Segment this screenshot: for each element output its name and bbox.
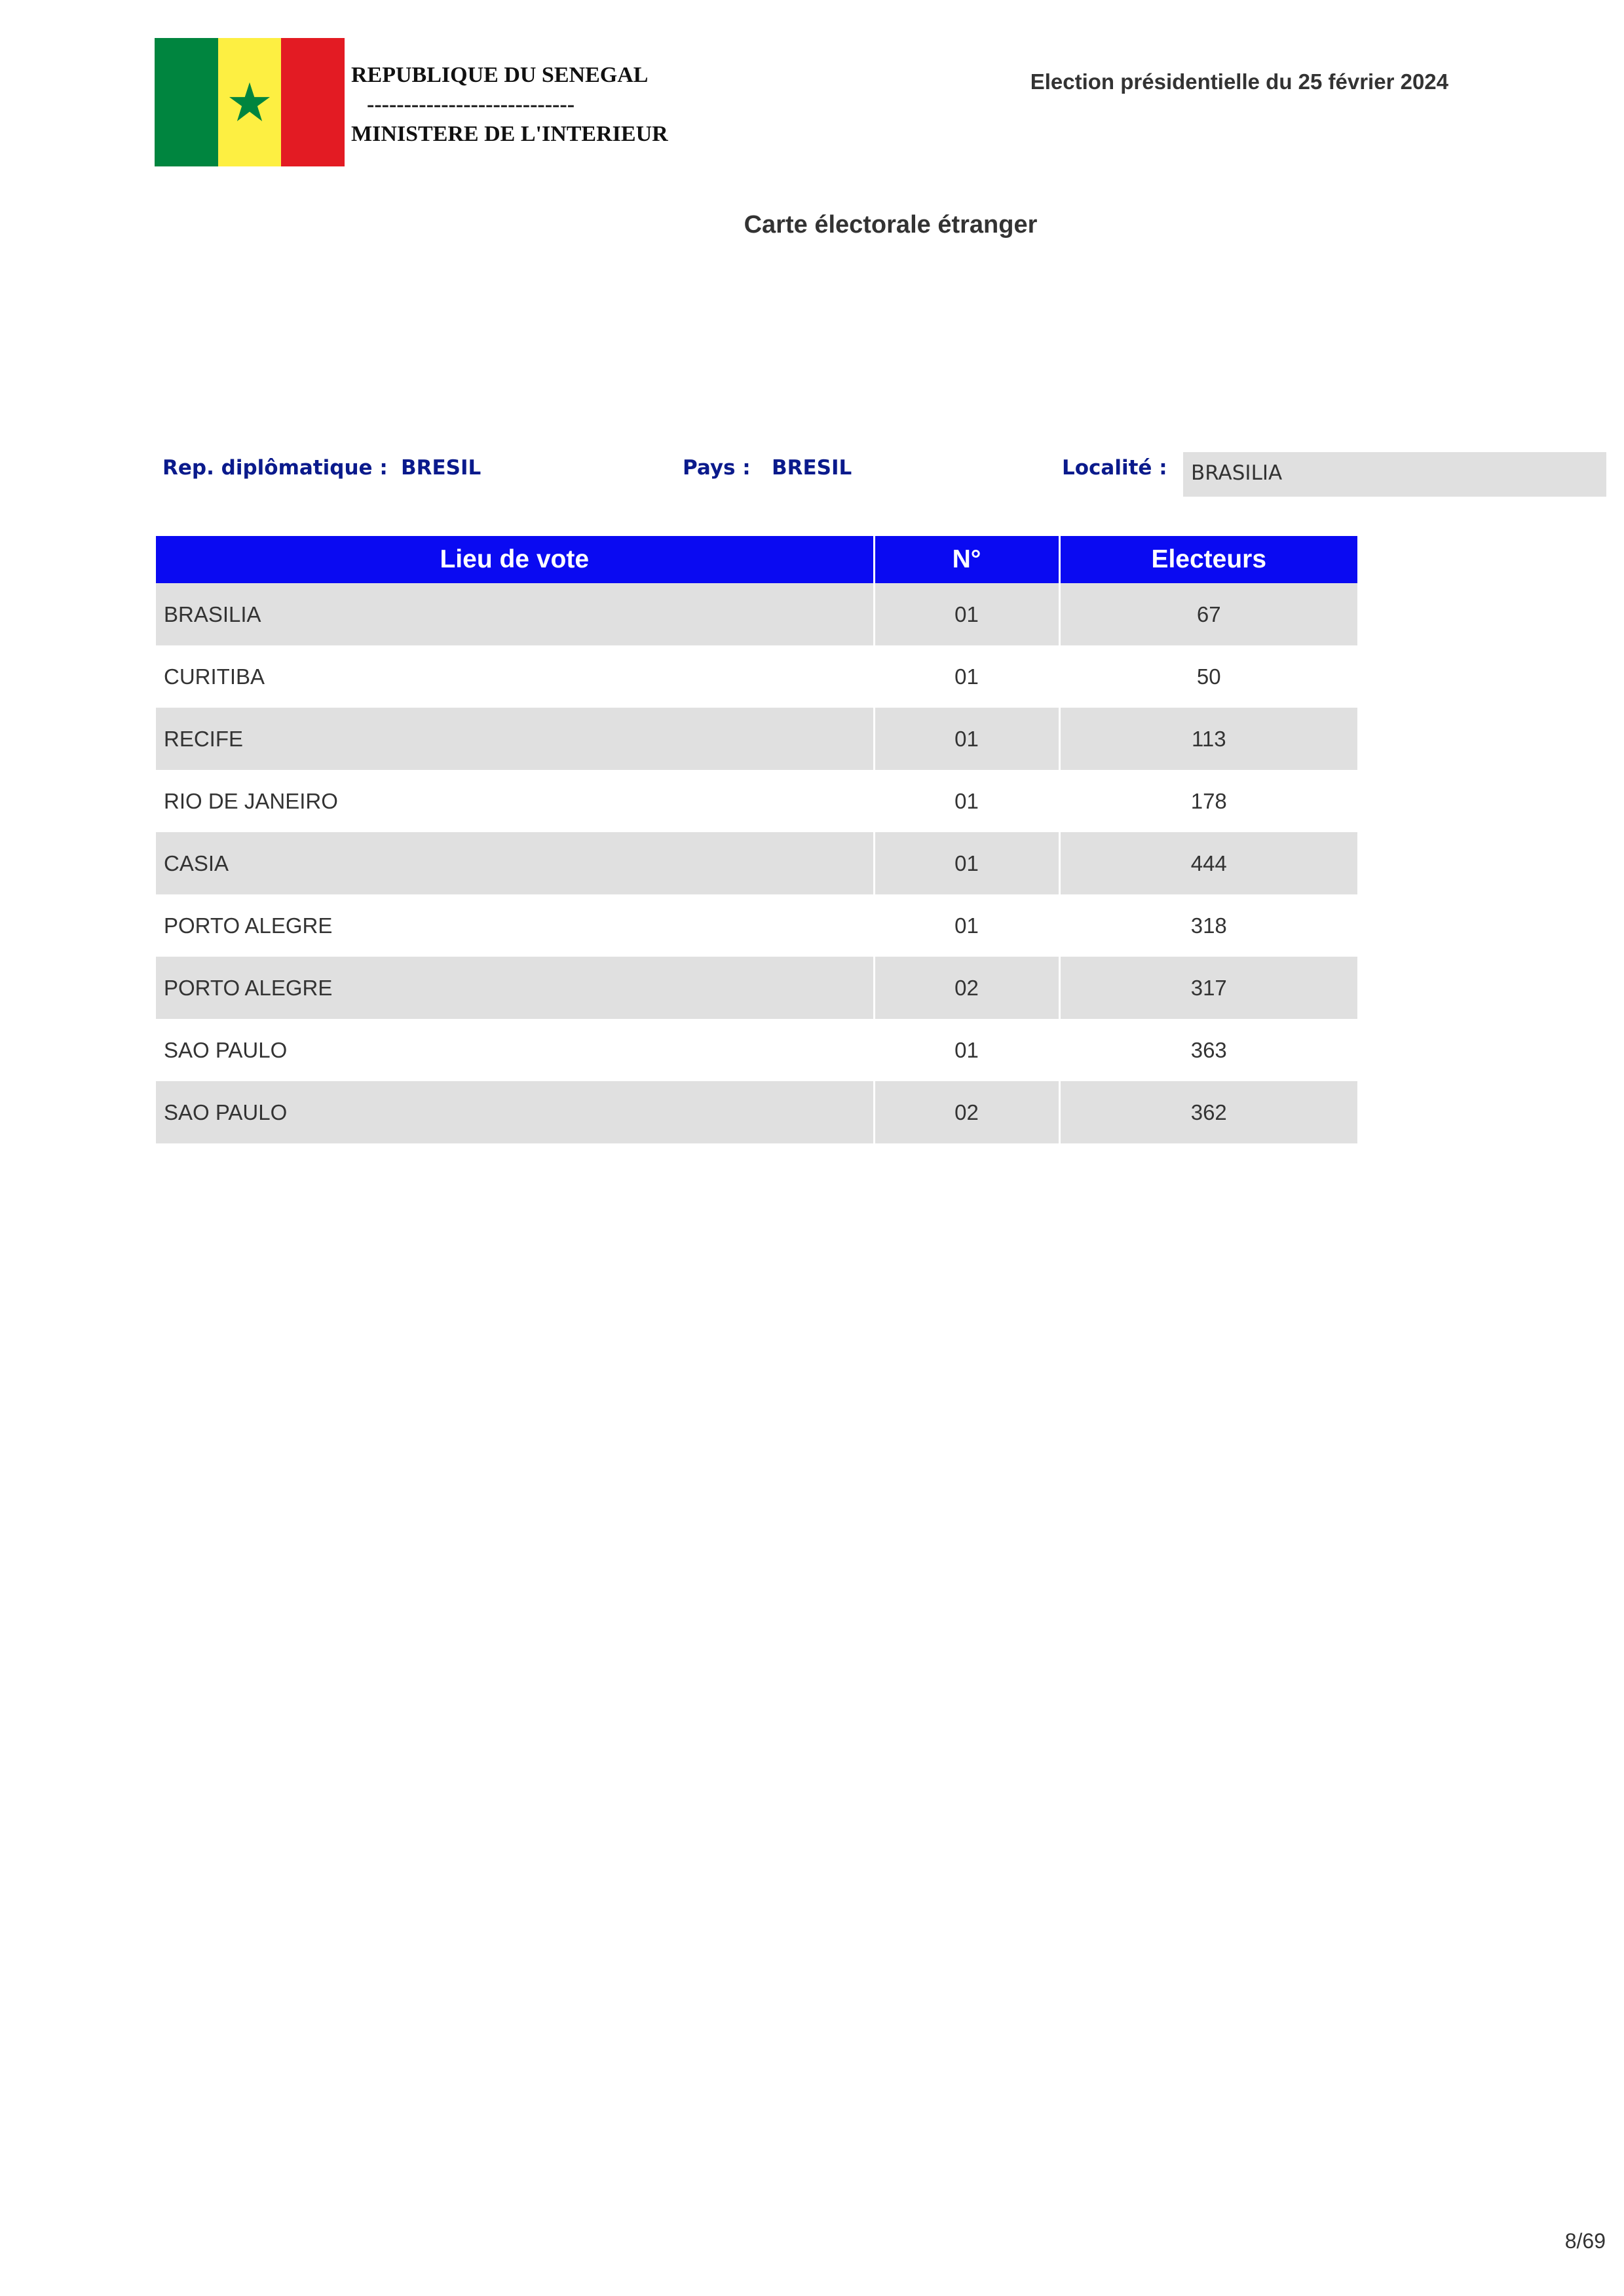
cell-lieu: RIO DE JANEIRO <box>156 770 875 832</box>
cell-numero: 02 <box>874 957 1061 1019</box>
table-row: CURITIBA 01 50 <box>156 645 1357 708</box>
table-row: SAO PAULO 01 363 <box>156 1019 1357 1081</box>
cell-lieu: BRASILIA <box>156 583 875 645</box>
header-separator: ---------------------------- <box>367 92 575 117</box>
cell-electeurs: 363 <box>1059 1019 1357 1081</box>
flag-green-band <box>155 38 218 166</box>
cell-numero: 01 <box>874 645 1061 708</box>
cell-numero: 01 <box>874 770 1061 832</box>
ministry-name: MINISTERE DE L'INTERIEUR <box>351 122 668 146</box>
cell-lieu: SAO PAULO <box>156 1081 875 1143</box>
cell-numero: 01 <box>874 1019 1061 1081</box>
column-header-electeurs: Electeurs <box>1059 536 1357 583</box>
polling-stations-table: Lieu de vote N° Electeurs BRASILIA 01 67… <box>156 536 1357 1143</box>
cell-electeurs: 444 <box>1059 832 1357 894</box>
table-row: RIO DE JANEIRO 01 178 <box>156 770 1357 832</box>
cell-electeurs: 178 <box>1059 770 1357 832</box>
table-row: BRASILIA 01 67 <box>156 583 1357 645</box>
localite-value: BRASILIA <box>1183 452 1606 497</box>
column-header-numero: N° <box>874 536 1061 583</box>
country-name: REPUBLIQUE DU SENEGAL <box>351 63 649 87</box>
page-number: 8/69 <box>1564 2229 1606 2253</box>
cell-electeurs: 113 <box>1059 708 1357 770</box>
cell-lieu: CURITIBA <box>156 645 875 708</box>
table-header-row: Lieu de vote N° Electeurs <box>156 536 1357 583</box>
flag-red-band <box>281 38 345 166</box>
election-title: Election présidentielle du 25 février 20… <box>1030 69 1448 94</box>
cell-electeurs: 67 <box>1059 583 1357 645</box>
localite-label: Localité : <box>1062 456 1167 480</box>
rep-diplomatique-label: Rep. diplômatique : <box>162 456 388 480</box>
cell-electeurs: 362 <box>1059 1081 1357 1143</box>
cell-numero: 01 <box>874 583 1061 645</box>
senegal-flag-icon <box>155 38 345 166</box>
pays-value: BRESIL <box>772 456 852 480</box>
flag-yellow-band <box>217 38 282 166</box>
cell-electeurs: 318 <box>1059 894 1357 957</box>
table-row: SAO PAULO 02 362 <box>156 1081 1357 1143</box>
cell-lieu: CASIA <box>156 832 875 894</box>
government-header: REPUBLIQUE DU SENEGAL ------------------… <box>351 60 668 149</box>
column-header-lieu: Lieu de vote <box>156 536 875 583</box>
cell-lieu: PORTO ALEGRE <box>156 894 875 957</box>
cell-lieu: SAO PAULO <box>156 1019 875 1081</box>
table-row: RECIFE 01 113 <box>156 708 1357 770</box>
table-row: PORTO ALEGRE 01 318 <box>156 894 1357 957</box>
cell-numero: 01 <box>874 894 1061 957</box>
rep-diplomatique-value: BRESIL <box>401 456 482 480</box>
table-row: PORTO ALEGRE 02 317 <box>156 957 1357 1019</box>
cell-electeurs: 317 <box>1059 957 1357 1019</box>
page-title: Carte électorale étranger <box>744 211 1038 239</box>
cell-numero: 01 <box>874 708 1061 770</box>
cell-numero: 02 <box>874 1081 1061 1143</box>
cell-lieu: PORTO ALEGRE <box>156 957 875 1019</box>
cell-lieu: RECIFE <box>156 708 875 770</box>
star-icon <box>229 82 271 122</box>
pays-label: Pays : <box>683 456 751 480</box>
table-row: CASIA 01 444 <box>156 832 1357 894</box>
cell-numero: 01 <box>874 832 1061 894</box>
cell-electeurs: 50 <box>1059 645 1357 708</box>
